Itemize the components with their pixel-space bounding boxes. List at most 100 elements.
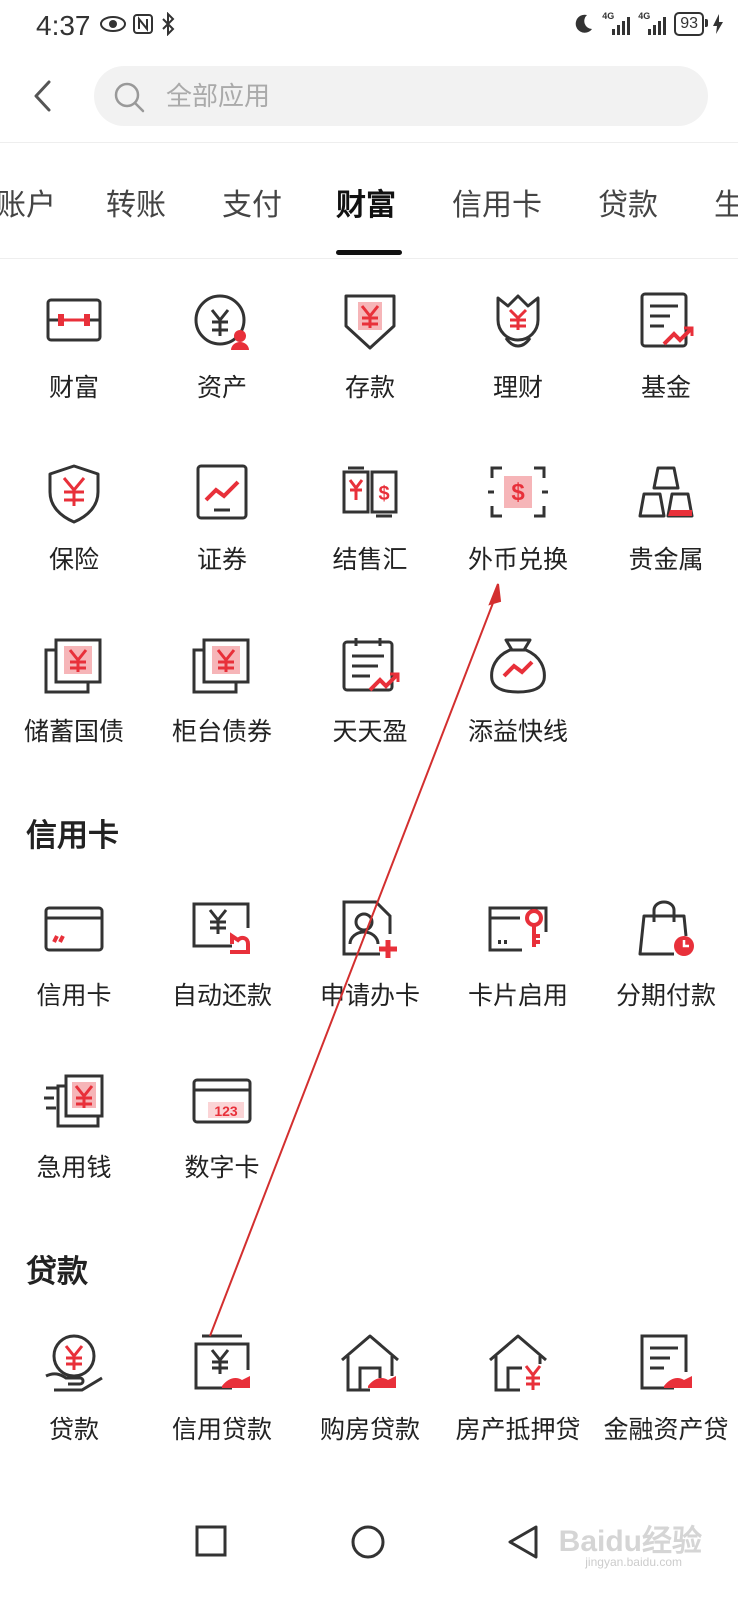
- grid-item-label: 分期付款: [615, 981, 716, 1010]
- status-left-icons: [100, 12, 176, 36]
- svg-text:$: $: [378, 483, 389, 505]
- tab-wealth[interactable]: 财富: [336, 180, 396, 224]
- currency-exchange-icon: $: [488, 466, 548, 518]
- fx-settlement-icon: $: [342, 466, 398, 518]
- tab-loan[interactable]: 贷款: [598, 180, 658, 224]
- grid-item-apply-card[interactable]: 申请办卡: [296, 900, 444, 1050]
- header: [0, 54, 738, 143]
- insurance-icon: [48, 464, 100, 524]
- signal-icon-1: 4G: [602, 11, 631, 35]
- daily-gain-icon: [342, 638, 400, 692]
- grid-item-label: 信用贷款: [171, 1415, 272, 1444]
- back-button[interactable]: [22, 74, 66, 118]
- signal-label: 4G: [602, 11, 615, 21]
- credit-loan-icon: [194, 1334, 250, 1390]
- search-input[interactable]: [164, 66, 688, 128]
- grid-item-label: 天天盈: [332, 717, 408, 746]
- eye-icon: [100, 16, 126, 32]
- moon-icon: [575, 14, 593, 33]
- credit-card-icon: [44, 906, 104, 952]
- fund-icon: [640, 292, 694, 348]
- deposit-icon: [344, 294, 396, 350]
- grid-item-fx-settlement[interactable]: $ 结售汇: [296, 464, 444, 614]
- grid-item-credit-card[interactable]: 信用卡: [0, 900, 148, 1050]
- search-bar[interactable]: [94, 66, 708, 128]
- home-button[interactable]: [350, 1524, 386, 1560]
- grid-item-label: 卡片启用: [467, 981, 568, 1010]
- installment-icon: [638, 900, 694, 956]
- precious-metals-icon: [638, 466, 694, 518]
- grid-item-label: 柜台债券: [171, 717, 272, 746]
- grid-item-label: 理财: [492, 373, 543, 402]
- grid-item-money-bag[interactable]: 添益快线: [444, 636, 592, 786]
- digital-card-number: 123: [214, 1103, 238, 1119]
- grid-item-insurance[interactable]: 保险: [0, 464, 148, 614]
- baidu-watermark-url: jingyan.baidu.com: [585, 1555, 682, 1569]
- category-tabs: 账户 转账 支付 财富 信用卡 贷款 生: [0, 142, 738, 259]
- charging-icon: [713, 14, 723, 34]
- auto-repay-icon: [192, 902, 250, 954]
- grid-item-loan[interactable]: 贷款: [0, 1334, 148, 1484]
- chevron-left-icon: [34, 80, 51, 112]
- grid-item-label: 外币兑换: [467, 545, 568, 574]
- grid-item-label: 申请办卡: [319, 981, 420, 1010]
- financing-icon: [496, 294, 540, 348]
- grid-item-label: 购房贷款: [319, 1415, 420, 1444]
- wealth-icon: [46, 298, 102, 342]
- counter-bond-icon: [192, 638, 250, 694]
- grid-item-label: 财富: [48, 373, 99, 402]
- grid-item-savings-bond[interactable]: 储蓄国债: [0, 636, 148, 786]
- active-tab-indicator: [336, 250, 402, 255]
- tab-credit-card[interactable]: 信用卡: [452, 180, 542, 224]
- search-icon: [114, 82, 145, 113]
- grid-item-credit-loan[interactable]: 信用贷款: [148, 1334, 296, 1484]
- grid-item-wealth[interactable]: 财富: [0, 292, 148, 442]
- tab-transfer[interactable]: 转账: [106, 180, 166, 224]
- grid-item-label: 保险: [48, 545, 99, 574]
- grid-item-label: 结售汇: [332, 545, 408, 574]
- grid-item-financing[interactable]: 理财: [444, 292, 592, 442]
- grid-item-label: 基金: [640, 373, 691, 402]
- back-nav-button[interactable]: [506, 1524, 540, 1560]
- grid-item-urgent-cash[interactable]: 急用钱: [0, 1072, 148, 1222]
- grid-item-label: 急用钱: [36, 1153, 112, 1182]
- home-purchase-loan-icon: [341, 1334, 399, 1392]
- grid-item-counter-bond[interactable]: 柜台债券: [148, 636, 296, 786]
- grid-item-label: 数字卡: [184, 1153, 260, 1182]
- nfc-icon: [133, 14, 153, 34]
- grid-item-securities[interactable]: 证券: [148, 464, 296, 614]
- grid-item-label: 金融资产贷: [603, 1415, 729, 1444]
- tab-life[interactable]: 生: [714, 180, 738, 224]
- grid-item-precious-metals[interactable]: 贵金属: [592, 464, 738, 614]
- digital-card-icon: 123: [192, 1078, 252, 1124]
- signal-label: 4G: [638, 11, 651, 21]
- grid-item-label: 信用卡: [36, 981, 112, 1010]
- status-right-icons: 4G 4G 93: [572, 11, 724, 36]
- baidu-watermark: Baidu经验: [558, 1525, 702, 1558]
- tab-payment[interactable]: 支付: [222, 180, 282, 224]
- grid-item-financial-asset-loan[interactable]: 金融资产贷: [592, 1334, 738, 1484]
- battery-indicator: 93: [674, 12, 708, 36]
- grid-item-auto-repay[interactable]: 自动还款: [148, 900, 296, 1050]
- grid-item-card-activate[interactable]: 卡片启用: [444, 900, 592, 1050]
- grid-item-label: 贷款: [48, 1415, 99, 1444]
- grid-item-home-purchase-loan[interactable]: 购房贷款: [296, 1334, 444, 1484]
- recent-apps-button[interactable]: [194, 1524, 228, 1558]
- grid-item-deposit[interactable]: 存款: [296, 292, 444, 442]
- financial-asset-loan-icon: [640, 1334, 692, 1390]
- apply-card-icon: [342, 900, 397, 958]
- bluetooth-icon: [162, 12, 175, 36]
- tab-account[interactable]: 账户: [0, 180, 56, 224]
- money-bag-icon: [490, 638, 546, 694]
- grid-item-fund[interactable]: 基金: [592, 292, 738, 442]
- grid-item-digital-card[interactable]: 123 数字卡: [148, 1072, 296, 1222]
- loan-icon: [45, 1334, 103, 1392]
- grid-item-assets[interactable]: 资产: [148, 292, 296, 442]
- grid-item-currency-exchange[interactable]: $ 外币兑换: [444, 464, 592, 614]
- grid-item-label: 储蓄国债: [23, 717, 124, 746]
- grid-item-daily-gain[interactable]: 天天盈: [296, 636, 444, 786]
- mortgage-loan-icon: [489, 1334, 547, 1392]
- grid-item-installment[interactable]: 分期付款: [592, 900, 738, 1050]
- section-title-credit-card: 信用卡: [26, 818, 119, 854]
- grid-item-mortgage-loan[interactable]: 房产抵押贷: [444, 1334, 592, 1484]
